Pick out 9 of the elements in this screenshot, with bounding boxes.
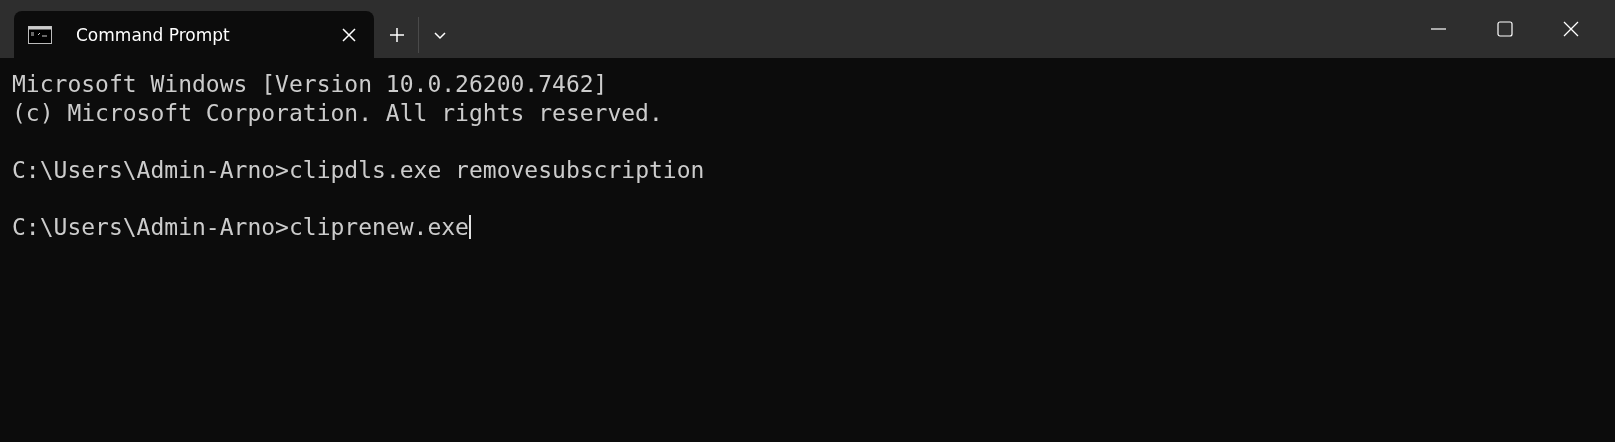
tab[interactable]: Command Prompt — [14, 11, 374, 58]
terminal-icon — [28, 25, 52, 44]
maximize-icon[interactable] — [1495, 19, 1515, 39]
tab-title: Command Prompt — [76, 24, 231, 45]
close-icon[interactable] — [1561, 19, 1581, 39]
output-line: (c) Microsoft Corporation. All rights reserved. — [12, 98, 663, 127]
output-line: Microsoft Windows [Version 10.0.26200.7462] — [12, 70, 608, 99]
command-line: C:\Users\Admin-Arno>clipdls.exe removesubscription — [12, 155, 705, 184]
command-line: C:\Users\Admin-Arno>cliprenew.exe — [12, 212, 469, 241]
